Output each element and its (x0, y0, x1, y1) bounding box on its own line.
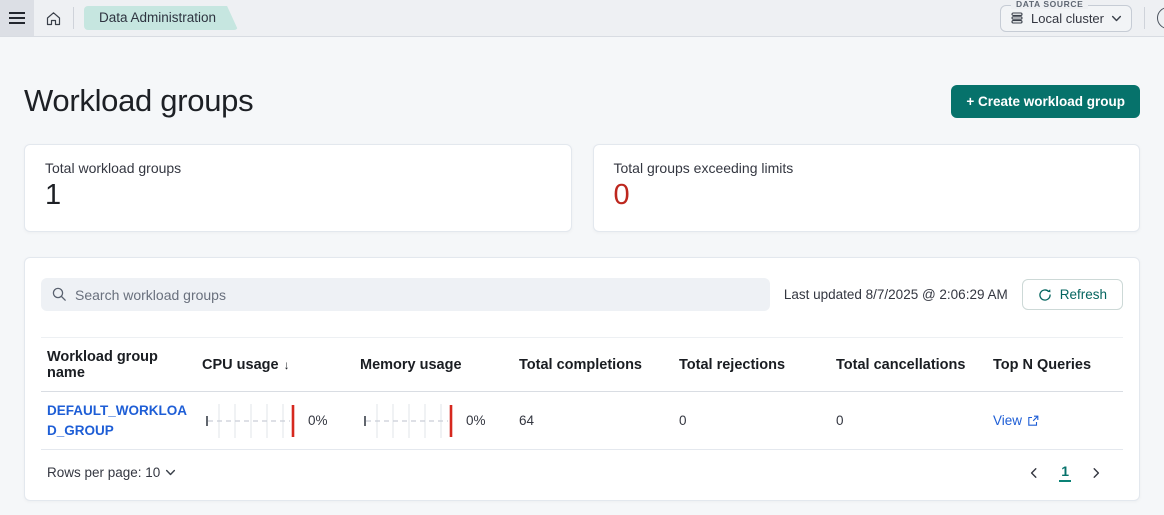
home-icon (46, 11, 61, 25)
workload-groups-panel: Last updated 8/7/2025 @ 2:06:29 AM Refre… (24, 257, 1140, 501)
sort-desc-icon: ↓ (283, 358, 290, 372)
topbar-divider (73, 7, 74, 29)
rows-per-page-button[interactable]: Rows per page: 10 (47, 465, 176, 480)
column-header-memory-usage[interactable]: Memory usage (360, 346, 519, 383)
topbar-divider (1144, 7, 1145, 29)
data-source-selector[interactable]: DATA SOURCE Local cluster (1000, 0, 1132, 32)
refresh-label: Refresh (1059, 287, 1107, 302)
memory-usage-value: 0% (466, 413, 486, 428)
refresh-icon (1039, 288, 1051, 301)
chevron-down-icon (1111, 15, 1122, 21)
memory-usage-gauge (364, 403, 453, 438)
stat-label: Total groups exceeding limits (613, 160, 794, 176)
data-source-label: DATA SOURCE (1011, 0, 1089, 9)
create-workload-group-button[interactable]: + Create workload group (951, 84, 1140, 118)
total-rejections-cell: 0 (679, 413, 687, 428)
stat-value: 1 (45, 179, 62, 211)
next-page-button[interactable] (1089, 466, 1103, 480)
topbar-right-group: DATA SOURCE Local cluster (1000, 0, 1164, 32)
page-header: Workload groups + Create workload group (24, 83, 1140, 119)
workload-group-link[interactable]: DEFAULT_WORKLOAD_GROUP (47, 401, 194, 440)
stat-cards-row: Total workload groups 1 Total groups exc… (24, 144, 1140, 232)
cpu-usage-gauge (206, 403, 295, 438)
help-icon[interactable] (1157, 7, 1164, 29)
page-title: Workload groups (24, 83, 254, 118)
column-header-cpu-usage[interactable]: CPU usage ↓ (202, 346, 360, 383)
top-n-queries-cell: View (993, 405, 1117, 436)
page-number-1[interactable]: 1 (1059, 463, 1071, 482)
last-updated-text: Last updated 8/7/2025 @ 2:06:29 AM (783, 287, 1008, 302)
workload-groups-table: Workload group name CPU usage ↓ Memory u… (41, 337, 1123, 488)
stat-label: Total workload groups (45, 160, 182, 176)
table-header-row: Workload group name CPU usage ↓ Memory u… (41, 337, 1123, 392)
column-header-top-n-queries[interactable]: Top N Queries (993, 346, 1117, 383)
column-header-total-completions[interactable]: Total completions (519, 346, 679, 383)
table-toolbar: Last updated 8/7/2025 @ 2:06:29 AM Refre… (41, 278, 1123, 311)
data-source-value: Local cluster (1031, 10, 1104, 26)
hamburger-icon (9, 12, 25, 24)
view-top-n-queries-link[interactable]: View (993, 413, 1039, 428)
workload-group-name-cell: DEFAULT_WORKLOAD_GROUP (47, 393, 202, 448)
external-link-icon (1028, 415, 1039, 426)
search-input[interactable] (41, 278, 770, 311)
table-row: DEFAULT_WORKLOAD_GROUP 0% 0% 64 0 0 View (41, 392, 1123, 450)
database-icon (1011, 12, 1023, 24)
home-button[interactable] (45, 10, 62, 27)
pagination: 1 (1027, 463, 1103, 482)
column-header-total-rejections[interactable]: Total rejections (679, 346, 836, 383)
column-header-workload-group-name[interactable]: Workload group name (47, 338, 202, 391)
search-field-wrapper (41, 278, 770, 311)
menu-button[interactable] (0, 0, 34, 36)
total-completions-cell: 64 (519, 413, 535, 428)
total-workload-groups-card: Total workload groups 1 (24, 144, 572, 232)
total-cancellations-cell: 0 (836, 413, 844, 428)
memory-usage-cell: 0% (360, 396, 519, 446)
cpu-usage-cell: 0% (202, 396, 360, 446)
stat-value: 0 (613, 179, 630, 211)
table-footer: Rows per page: 10 1 (41, 450, 1123, 488)
column-header-total-cancellations[interactable]: Total cancellations (836, 346, 993, 383)
main-content: Workload groups + Create workload group … (0, 83, 1164, 501)
previous-page-button[interactable] (1027, 466, 1041, 480)
refresh-button[interactable]: Refresh (1021, 279, 1123, 310)
breadcrumb[interactable]: Data Administration (84, 6, 238, 30)
cpu-usage-value: 0% (308, 413, 328, 428)
chevron-right-icon (1093, 467, 1100, 478)
total-groups-exceeding-limits-card: Total groups exceeding limits 0 (592, 144, 1140, 232)
search-icon (52, 287, 66, 301)
chevron-left-icon (1031, 467, 1037, 478)
chevron-down-icon (166, 469, 176, 476)
top-navigation-bar: Data Administration DATA SOURCE Local cl… (0, 0, 1164, 37)
